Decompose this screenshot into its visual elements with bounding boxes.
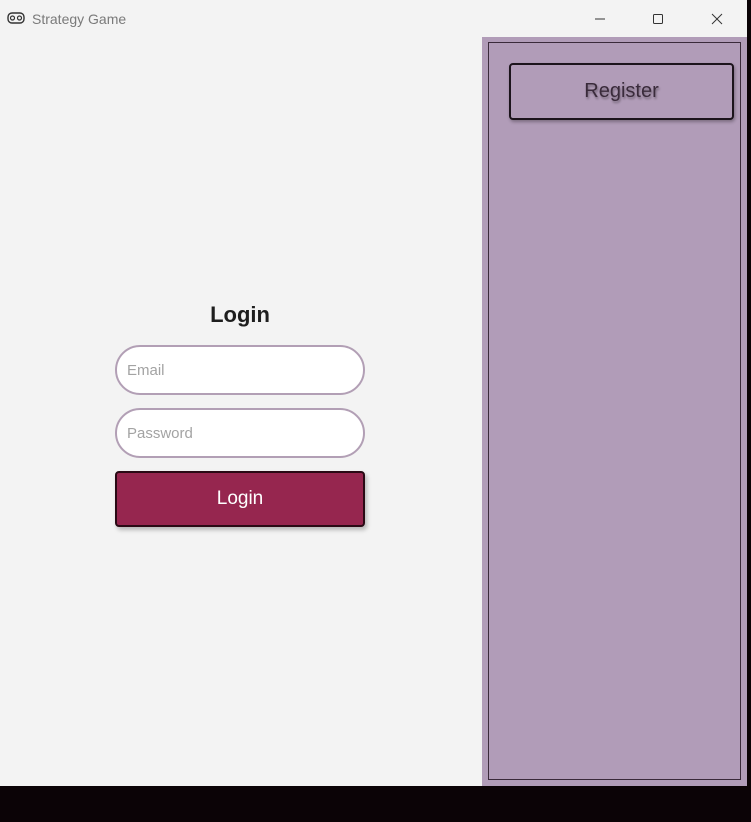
title-bar[interactable]: Strategy Game xyxy=(0,0,747,37)
login-button[interactable]: Login xyxy=(115,471,365,527)
login-heading: Login xyxy=(210,302,270,327)
gamepad-icon xyxy=(7,10,25,26)
sidebar-frame: Register xyxy=(488,42,741,780)
password-input[interactable] xyxy=(115,408,365,458)
maximize-icon xyxy=(652,13,664,25)
close-icon xyxy=(711,13,723,25)
window-title: Strategy Game xyxy=(32,11,127,27)
minimize-icon xyxy=(594,13,606,25)
close-button[interactable] xyxy=(688,0,746,37)
register-sidebar: Register xyxy=(482,37,747,786)
login-pane: Login Login xyxy=(0,37,482,786)
minimize-button[interactable] xyxy=(571,0,629,37)
register-button[interactable]: Register xyxy=(509,63,734,120)
maximize-button[interactable] xyxy=(629,0,687,37)
app-window: Strategy Game Login Login Register xyxy=(0,0,747,786)
email-input[interactable] xyxy=(115,345,365,395)
